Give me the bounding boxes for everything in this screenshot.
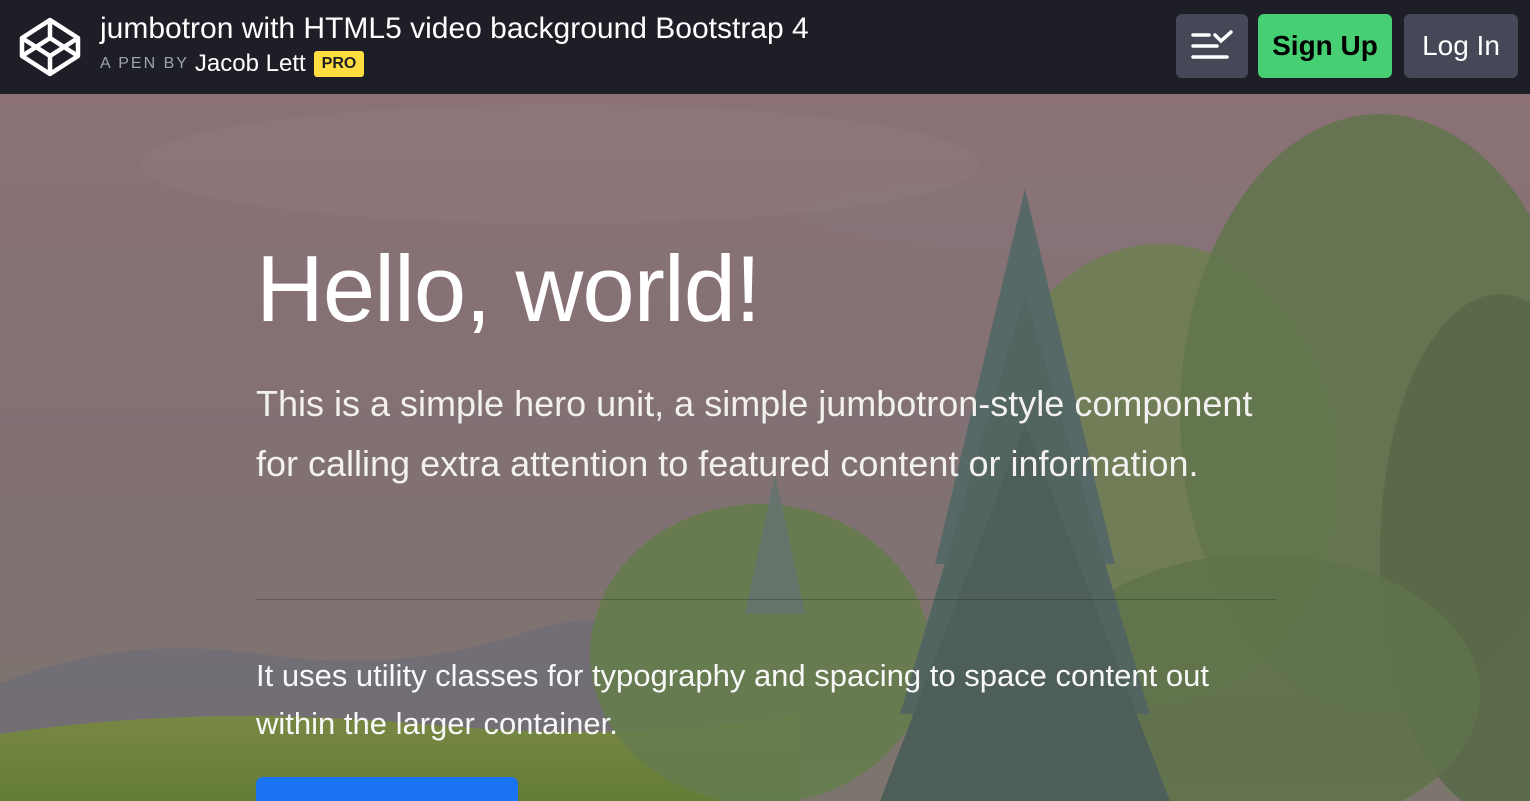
sign-up-button[interactable]: Sign Up: [1258, 14, 1392, 78]
pen-title-block: jumbotron with HTML5 video background Bo…: [100, 10, 809, 78]
pen-preview: Hello, world! This is a simple hero unit…: [0, 94, 1530, 801]
pen-byline: A PEN BY Jacob Lett PRO: [100, 50, 809, 78]
pro-badge[interactable]: PRO: [313, 51, 365, 77]
jumbotron-lead: This is a simple hero unit, a simple jum…: [256, 383, 1253, 484]
pen-title: jumbotron with HTML5 video background Bo…: [100, 12, 809, 45]
learn-more-button[interactable]: [256, 777, 518, 801]
pen-header: jumbotron with HTML5 video background Bo…: [0, 0, 1530, 94]
log-in-button[interactable]: Log In: [1404, 14, 1518, 78]
jumbotron-heading: Hello, world!: [256, 236, 761, 341]
jumbotron-divider: [256, 599, 1276, 600]
author-link[interactable]: Jacob Lett: [195, 50, 306, 78]
jumbotron-text: It uses utility classes for typography a…: [256, 658, 1209, 741]
byline-prefix: A PEN BY: [100, 55, 189, 72]
codepen-logo-icon[interactable]: [18, 16, 82, 78]
layout-toggle-button[interactable]: [1176, 14, 1248, 78]
layout-toggle-icon: [1191, 30, 1233, 59]
